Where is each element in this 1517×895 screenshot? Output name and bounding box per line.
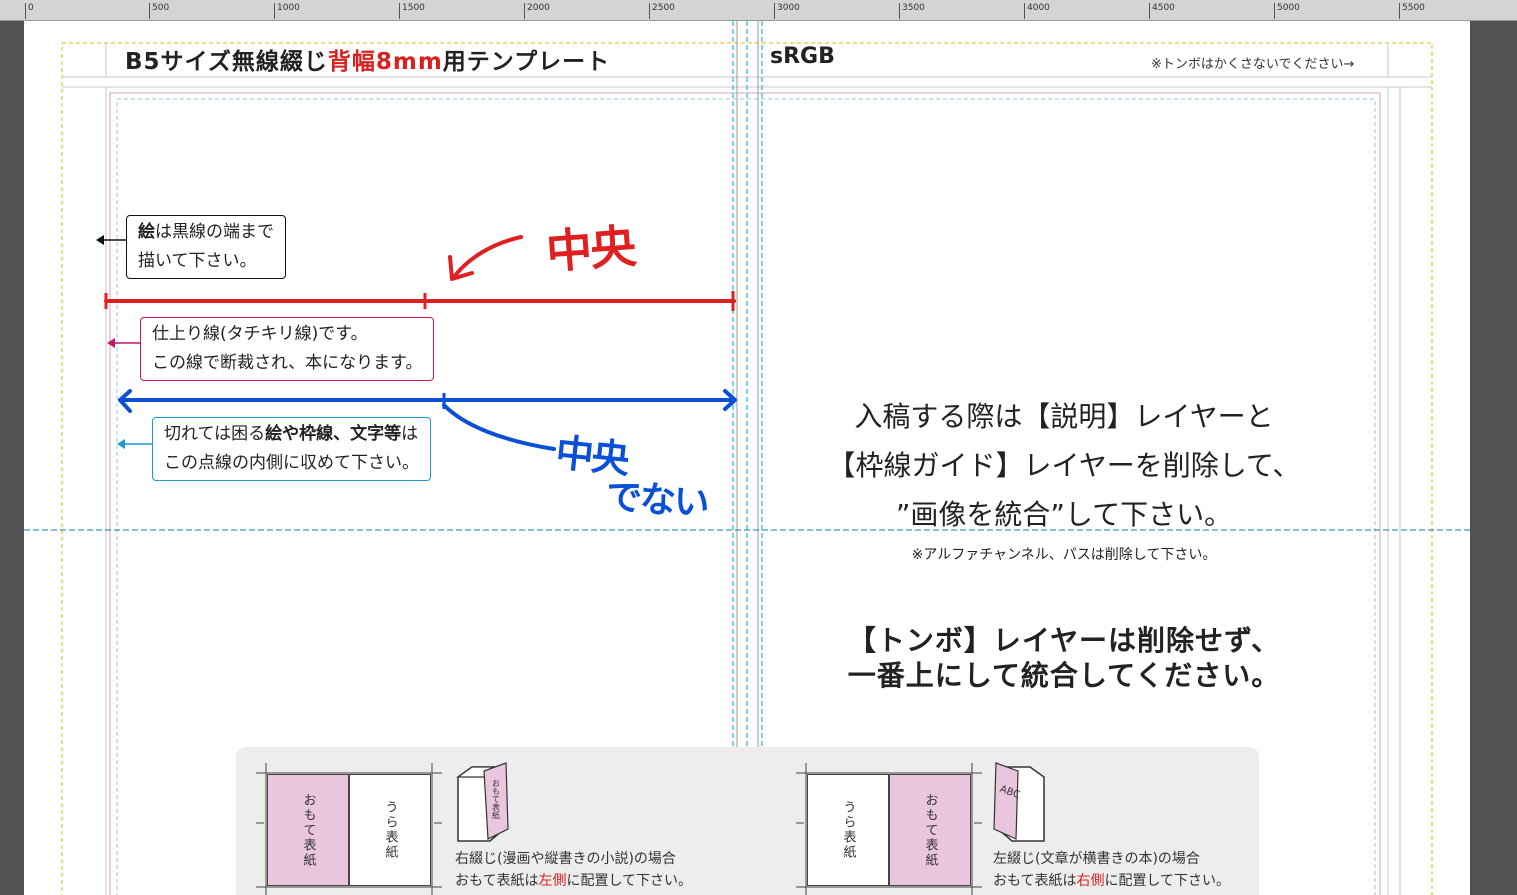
ruler-label: 500	[149, 3, 169, 19]
binding-diagram: おもて表紙 うら表紙 おもて表紙 右綴じ(漫画や縦書きの小説)の場合 おもて表紙…	[236, 747, 1259, 895]
front-cover-right-panel: おもて表紙	[889, 774, 971, 886]
blue-pointer-stroke	[442, 403, 556, 451]
ruler-label: 0	[25, 3, 34, 19]
ruler-label: 4500	[1149, 3, 1175, 19]
handwritten-not-blue: でない	[604, 476, 710, 525]
ruler-label: 3500	[899, 3, 925, 19]
front-cover-left-panel: おもて表紙	[267, 774, 349, 886]
tonbo-instruction-2: 一番上にして統合してください。	[847, 659, 1281, 692]
document-canvas[interactable]: B5サイズ無線綴じ背幅8mm用テンプレート sRGB ※トンボはかくさないでくだ…	[24, 21, 1470, 895]
instruction-line3: ”画像を統合”して下さい。	[895, 498, 1233, 531]
left-bind-caption-1: 左綴じ(文章が横書きの本)の場合	[993, 851, 1200, 867]
ruler-label: 5500	[1399, 3, 1425, 19]
front-cover-label: おもて表紙	[922, 792, 938, 868]
caption2-b: に配置して下さい。	[1104, 873, 1231, 889]
book-left-bind-icon: ABC	[993, 762, 1045, 842]
front-cover-label: おもて表紙	[300, 792, 316, 868]
handwritten-center-red: 中央	[544, 218, 636, 279]
horizontal-ruler[interactable]: 0 500 1000 1500 2000 2500 3000 3500 4000…	[0, 0, 1517, 21]
instruction-note: ※アルファチャンネル、パスは削除して下さい。	[911, 547, 1217, 563]
caption2-red: 左側	[538, 873, 567, 889]
ruler-label: 4000	[1024, 3, 1050, 19]
back-cover-label: うら表紙	[382, 800, 398, 860]
caption2-a: おもて表紙は	[455, 873, 539, 889]
color-mode-label: sRGB	[770, 44, 835, 69]
ruler-label: 5000	[1274, 3, 1300, 19]
caption2-red: 右側	[1076, 873, 1105, 889]
ruler-label: 1000	[274, 3, 300, 19]
instruction-line1: 入稿する際は【説明】レイヤーと	[854, 400, 1274, 433]
left-bind-caption-2: おもて表紙は右側に配置して下さい。	[993, 870, 1230, 892]
ruler-label: 3000	[774, 3, 800, 19]
red-arrow	[452, 235, 523, 279]
back-cover-label: うら表紙	[840, 800, 856, 860]
book-right-bind-icon: おもて表紙	[456, 762, 509, 842]
back-cover-right-panel: うら表紙	[349, 774, 431, 886]
instruction-line2: 【枠線ガイド】レイヤーを削除して、	[827, 449, 1301, 482]
tonbo-note: ※トンボはかくさないでください→	[1151, 57, 1355, 72]
handwritten-annotations	[104, 235, 737, 451]
tonbo-instruction-1: 【トンボ】レイヤーは削除せず、	[847, 624, 1281, 657]
caption2-b: に配置して下さい。	[566, 873, 693, 889]
ruler-label: 2000	[524, 3, 550, 19]
ruler-label: 1500	[399, 3, 425, 19]
caption2-a: おもて表紙は	[993, 873, 1077, 889]
right-bind-caption-2: おもて表紙は左側に配置して下さい。	[455, 870, 692, 892]
ruler-label: 2500	[649, 3, 675, 19]
book-cover-text: おもて表紙	[492, 779, 501, 820]
right-bind-caption-1: 右綴じ(漫画や縦書きの小説)の場合	[455, 851, 676, 867]
back-cover-left-panel: うら表紙	[807, 774, 889, 886]
